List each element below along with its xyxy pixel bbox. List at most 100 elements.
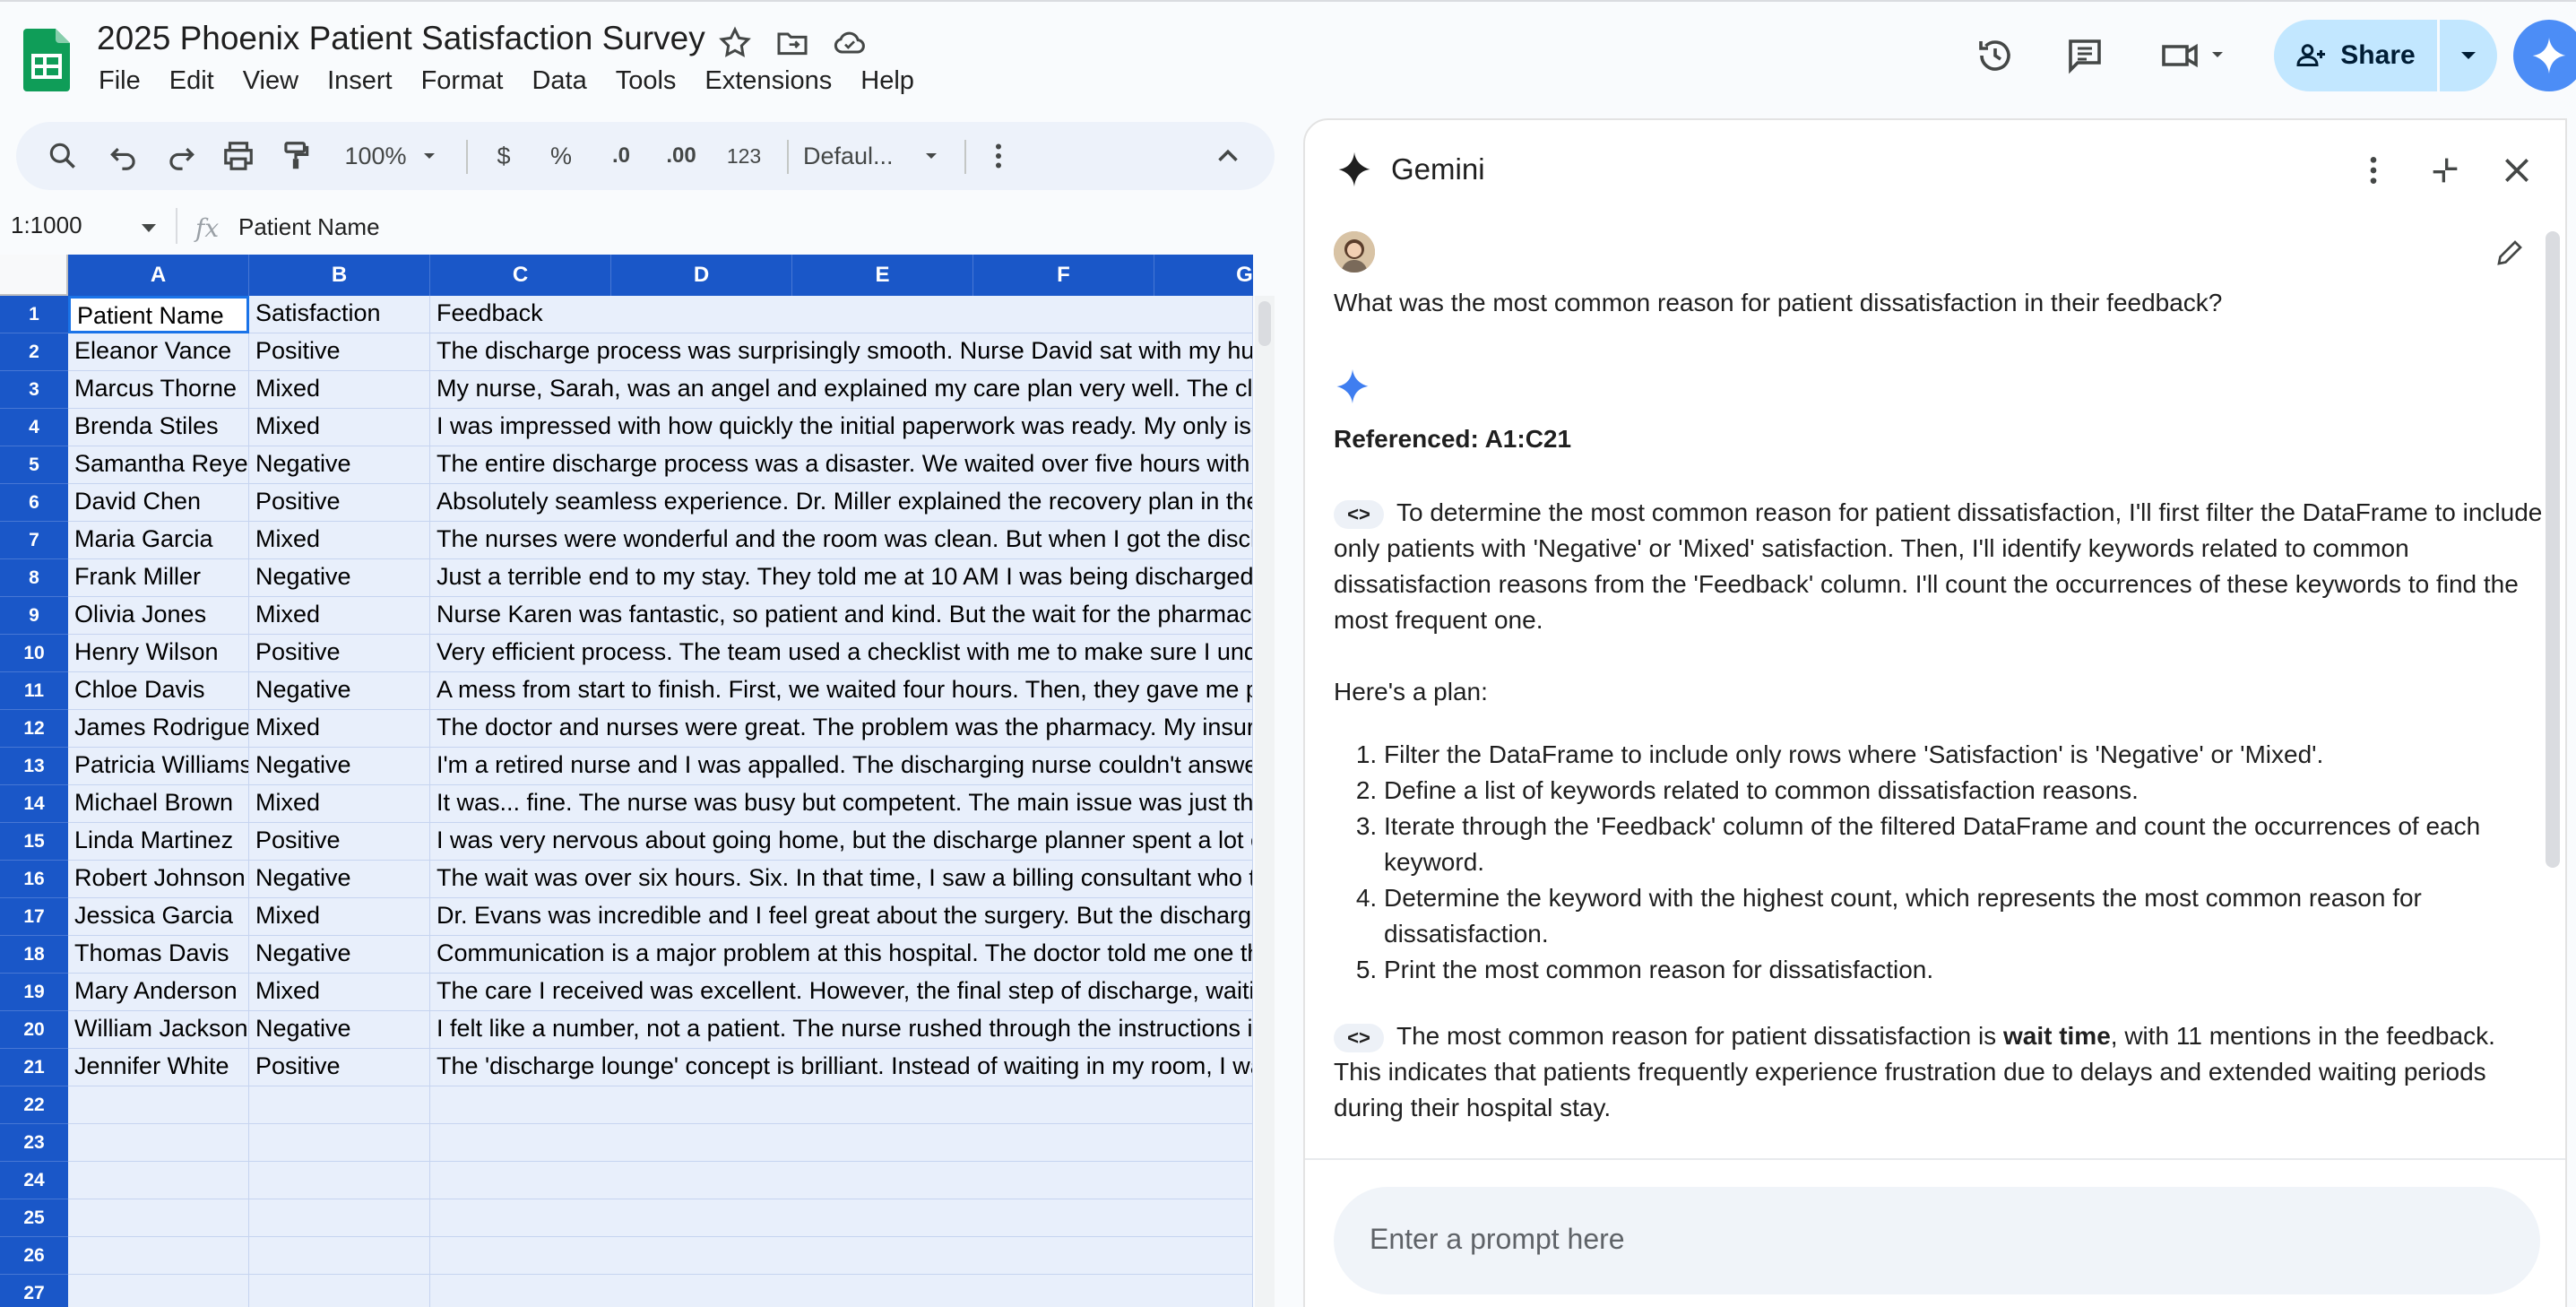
formula-input[interactable]: Patient Name (238, 213, 380, 241)
cell-b[interactable]: Negative (249, 1011, 430, 1049)
cell-c[interactable]: I felt like a number, not a patient. The… (430, 1011, 1253, 1049)
cell-a[interactable] (68, 1086, 249, 1124)
cell-c[interactable] (430, 1086, 1253, 1124)
row-header[interactable]: 19 (0, 974, 68, 1011)
increase-decimal-button[interactable]: .00 (654, 138, 708, 174)
cell-b[interactable]: Positive (249, 333, 430, 371)
cell-a[interactable]: Marcus Thorne (68, 371, 249, 409)
move-folder-icon[interactable] (774, 25, 810, 61)
cell-b[interactable]: Mixed (249, 974, 430, 1011)
code-icon[interactable]: <> (1334, 1023, 1384, 1052)
menu-tools[interactable]: Tools (616, 66, 696, 96)
more-options-icon[interactable] (2356, 152, 2391, 193)
cell-b[interactable]: Satisfaction (249, 296, 430, 333)
cell-a[interactable]: Frank Miller (68, 559, 249, 597)
undo-icon[interactable] (104, 138, 143, 174)
menu-extensions[interactable]: Extensions (705, 66, 851, 96)
row-header[interactable]: 16 (0, 861, 68, 898)
column-header-c[interactable]: C (430, 255, 611, 296)
cell-b[interactable]: Mixed (249, 898, 430, 936)
decrease-decimal-button[interactable]: .0 (599, 138, 644, 174)
column-header-d[interactable]: D (611, 255, 792, 296)
row-header[interactable]: 11 (0, 672, 68, 710)
cell-c[interactable]: The doctor and nurses were great. The pr… (430, 710, 1253, 748)
minimize-panel-icon[interactable] (2427, 152, 2463, 193)
comments-icon[interactable] (2063, 34, 2106, 77)
cell-c[interactable] (430, 1162, 1253, 1199)
cell-b[interactable]: Negative (249, 748, 430, 785)
column-header-a[interactable]: A (68, 255, 249, 296)
cell-a[interactable]: Olivia Jones (68, 597, 249, 635)
cell-b[interactable]: Positive (249, 823, 430, 861)
cell-b[interactable] (249, 1237, 430, 1275)
name-box-dropdown-icon[interactable] (140, 222, 158, 239)
close-panel-icon[interactable] (2499, 152, 2535, 193)
row-header[interactable]: 1 (0, 296, 68, 333)
panel-scrollbar[interactable] (2546, 231, 2560, 868)
cell-b[interactable] (249, 1162, 430, 1199)
cell-c[interactable]: A mess from start to finish. First, we w… (430, 672, 1253, 710)
cell-a[interactable]: James Rodriguez (68, 710, 249, 748)
version-history-icon[interactable] (1974, 34, 2017, 77)
row-header[interactable]: 18 (0, 936, 68, 974)
cell-b[interactable]: Mixed (249, 371, 430, 409)
cell-a[interactable]: Henry Wilson (68, 635, 249, 672)
cell-a[interactable]: Samantha Reyes (68, 446, 249, 484)
cell-a[interactable]: Chloe Davis (68, 672, 249, 710)
cell-c[interactable]: The entire discharge process was a disas… (430, 446, 1253, 484)
menu-file[interactable]: File (99, 66, 160, 96)
cell-b[interactable]: Positive (249, 1049, 430, 1086)
row-header[interactable]: 12 (0, 710, 68, 748)
cell-a[interactable]: Brenda Stiles (68, 409, 249, 446)
cell-b[interactable]: Mixed (249, 710, 430, 748)
cell-a[interactable]: Patient Name (68, 296, 249, 333)
menu-data[interactable]: Data (532, 66, 606, 96)
zoom-dropdown-icon[interactable] (416, 138, 443, 174)
meet-icon[interactable] (2158, 34, 2230, 77)
cell-a[interactable] (68, 1162, 249, 1199)
cell-b[interactable]: Mixed (249, 785, 430, 823)
column-header-g[interactable]: G (1154, 255, 1253, 296)
collapse-toolbar-icon[interactable] (1208, 138, 1248, 174)
cell-a[interactable]: Maria Garcia (68, 522, 249, 559)
cell-b[interactable]: Negative (249, 861, 430, 898)
cell-c[interactable]: Nurse Karen was fantastic, so patient an… (430, 597, 1253, 635)
column-header-f[interactable]: F (973, 255, 1154, 296)
row-header[interactable]: 21 (0, 1049, 68, 1086)
cell-a[interactable]: Jessica Garcia (68, 898, 249, 936)
cell-b[interactable]: Mixed (249, 597, 430, 635)
cell-b[interactable]: Mixed (249, 522, 430, 559)
sheets-logo-icon[interactable] (23, 29, 70, 91)
cell-c[interactable] (430, 1199, 1253, 1237)
row-header[interactable]: 2 (0, 333, 68, 371)
row-header[interactable]: 22 (0, 1086, 68, 1124)
cell-c[interactable]: Just a terrible end to my stay. They tol… (430, 559, 1253, 597)
row-header[interactable]: 17 (0, 898, 68, 936)
row-header[interactable]: 5 (0, 446, 68, 484)
percent-format-button[interactable]: % (545, 138, 577, 174)
cell-c[interactable] (430, 1124, 1253, 1162)
cell-a[interactable] (68, 1237, 249, 1275)
currency-format-button[interactable]: $ (488, 138, 520, 174)
cell-a[interactable]: Linda Martinez (68, 823, 249, 861)
cell-b[interactable]: Negative (249, 446, 430, 484)
cell-c[interactable]: Very efficient process. The team used a … (430, 635, 1253, 672)
cell-c[interactable]: I was very nervous about going home, but… (430, 823, 1253, 861)
row-header[interactable]: 9 (0, 597, 68, 635)
menu-view[interactable]: View (243, 66, 318, 96)
edit-prompt-icon[interactable] (2494, 237, 2526, 273)
row-header[interactable]: 4 (0, 409, 68, 446)
search-icon[interactable] (43, 138, 82, 174)
cell-c[interactable]: The wait was over six hours. Six. In tha… (430, 861, 1253, 898)
cell-b[interactable]: Negative (249, 559, 430, 597)
cell-b[interactable] (249, 1275, 430, 1307)
row-header[interactable]: 7 (0, 522, 68, 559)
cell-a[interactable]: Robert Johnson (68, 861, 249, 898)
cell-c[interactable] (430, 1275, 1253, 1307)
cell-c[interactable]: Communication is a major problem at this… (430, 936, 1253, 974)
cell-a[interactable]: Thomas Davis (68, 936, 249, 974)
prompt-input[interactable]: Enter a prompt here (1334, 1187, 2540, 1294)
cell-a[interactable]: Mary Anderson (68, 974, 249, 1011)
cell-c[interactable]: The care I received was excellent. Howev… (430, 974, 1253, 1011)
cell-c[interactable]: It was... fine. The nurse was busy but c… (430, 785, 1253, 823)
